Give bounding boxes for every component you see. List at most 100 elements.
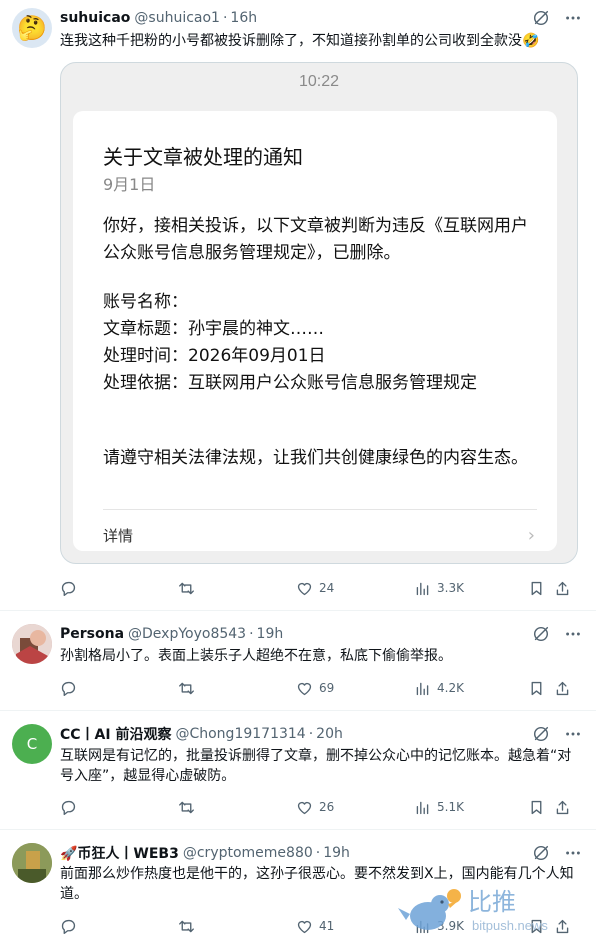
notice-basis: 处理依据：互联网用户公众账号信息服务管理规定 — [103, 373, 477, 393]
display-name[interactable]: Persona — [60, 626, 124, 642]
reply-button[interactable] — [60, 799, 178, 816]
notice-article: 文章标题：孙宇晨的神文…… — [103, 319, 324, 339]
share-button[interactable] — [554, 799, 574, 816]
retweet-icon — [179, 801, 194, 813]
retweet-button[interactable] — [178, 918, 296, 935]
heart-icon — [297, 920, 312, 933]
reply-button[interactable] — [60, 918, 178, 935]
notice-time: 处理时间：2026年09月01日 — [103, 346, 326, 366]
tweet-3[interactable]: C CC丨AI 前沿观察 @Chong19171314 · 20h 互联网是有记… — [0, 712, 596, 830]
separator-dot: · — [315, 845, 321, 861]
tweet-1[interactable]: 🤔 suhuicao @suhuicao1 · 16h 连我这种千把粉的小号都被… — [0, 0, 596, 611]
timestamp[interactable]: 19h — [323, 845, 350, 861]
display-name[interactable]: CC丨AI 前沿观察 — [60, 724, 171, 744]
grok-icon[interactable] — [532, 725, 550, 743]
like-count: 24 — [319, 581, 335, 595]
retweet-button[interactable] — [178, 799, 296, 816]
timestamp[interactable]: 16h — [230, 10, 257, 26]
views-chart-icon — [416, 682, 429, 695]
share-icon — [556, 581, 569, 595]
views-button[interactable]: 4.2K — [414, 680, 528, 697]
reply-icon — [61, 581, 76, 596]
grok-icon[interactable] — [532, 625, 550, 643]
views-chart-icon — [416, 801, 429, 814]
user-handle[interactable]: @cryptomeme880 — [183, 845, 313, 861]
user-handle[interactable]: @Chong19171314 — [175, 726, 305, 742]
user-handle[interactable]: @DexpYoyo8543 — [128, 626, 246, 642]
retweet-icon — [179, 682, 194, 694]
display-name[interactable]: 🚀币狂人丨WEB3 — [60, 843, 179, 863]
chevron-right-icon: › — [527, 525, 535, 546]
bookmark-icon — [531, 800, 542, 814]
detail-link[interactable]: 详情 — [103, 525, 133, 546]
notice-account: 账号名称： — [103, 292, 188, 312]
reply-button[interactable] — [60, 580, 178, 597]
avatar[interactable]: 🤔 — [12, 8, 52, 48]
view-count: 4.2K — [437, 681, 464, 695]
reply-icon — [61, 800, 76, 815]
thinking-emoji-avatar-icon: 🤔 — [17, 14, 47, 42]
notice-title: 关于文章被处理的通知 — [103, 145, 303, 169]
bookmark-button[interactable] — [528, 680, 554, 697]
like-count: 26 — [319, 800, 335, 814]
views-button[interactable]: 3.3K — [414, 580, 528, 597]
more-options-icon[interactable] — [564, 9, 582, 27]
like-button[interactable]: 69 — [296, 680, 414, 697]
retweet-button[interactable] — [178, 680, 296, 697]
views-button[interactable]: 5.1K — [414, 799, 528, 816]
like-count: 69 — [319, 681, 335, 695]
bookmark-button[interactable] — [528, 799, 554, 816]
views-chart-icon — [416, 582, 429, 595]
tweet-text: 互联网是有记忆的，批量投诉删得了文章，删不掉公众心中的记忆账本。越急着“对号入座… — [60, 748, 572, 784]
view-count: 3.3K — [437, 581, 464, 595]
attached-screenshot[interactable]: 10:22 关于文章被处理的通知 9月1日 你好，接相关投诉，以下文章被判断为违… — [60, 62, 578, 564]
notice-closing: 请遵守相关法律法规，让我们共创健康绿色的内容生态。 — [103, 448, 528, 468]
tweet-header: 🚀币狂人丨WEB3 @cryptomeme880 · 19h — [60, 843, 582, 863]
avatar-image-icon — [12, 624, 52, 664]
reply-icon — [61, 919, 76, 934]
notice-card: 关于文章被处理的通知 9月1日 你好，接相关投诉，以下文章被判断为违反《互联网用… — [73, 111, 557, 551]
timestamp[interactable]: 19h — [257, 626, 284, 642]
phone-status-time: 10:22 — [298, 73, 340, 90]
retweet-button[interactable] — [178, 580, 296, 597]
more-options-icon[interactable] — [564, 625, 582, 643]
heart-icon — [297, 801, 312, 814]
display-name[interactable]: suhuicao — [60, 10, 130, 26]
divider — [103, 509, 537, 510]
retweet-icon — [179, 582, 194, 594]
like-count: 41 — [319, 919, 335, 933]
tweet-header: suhuicao @suhuicao1 · 16h — [60, 8, 582, 28]
bird-logo-icon — [398, 889, 461, 930]
share-icon — [556, 681, 569, 695]
grok-icon[interactable] — [532, 844, 550, 862]
more-options-icon[interactable] — [564, 844, 582, 862]
tweet-text: 孙割格局小了。表面上装乐子人超绝不在意，私底下偷偷举报。 — [60, 648, 452, 664]
tweet-text: 连我这种千把粉的小号都被投诉删除了，不知道接孙割单的公司收到全款没🤣 — [60, 33, 540, 49]
timestamp[interactable]: 20h — [316, 726, 343, 742]
tweet-2[interactable]: Persona @DexpYoyo8543 · 19h 孙割格局小了。表面上装乐… — [0, 612, 596, 711]
notice-date: 9月1日 — [103, 175, 156, 194]
avatar[interactable]: C — [12, 724, 52, 764]
more-options-icon[interactable] — [564, 725, 582, 743]
share-button[interactable] — [554, 580, 574, 597]
notice-intro: 你好，接相关投诉，以下文章被判断为违反《互联网用户公众账号信息服务管理规定》，已… — [103, 216, 528, 263]
like-button[interactable]: 24 — [296, 580, 414, 597]
grok-icon[interactable] — [532, 9, 550, 27]
heart-icon — [297, 582, 312, 595]
retweet-icon — [179, 920, 194, 932]
user-handle[interactable]: @suhuicao1 — [134, 10, 220, 26]
avatar[interactable] — [12, 843, 52, 883]
separator-dot: · — [249, 626, 254, 642]
share-button[interactable] — [554, 680, 574, 697]
view-count: 5.1K — [437, 800, 464, 814]
action-bar: 69 4.2K — [60, 678, 584, 698]
avatar[interactable] — [12, 624, 52, 664]
bookmark-icon — [531, 681, 542, 695]
separator-dot: · — [308, 726, 314, 742]
like-button[interactable]: 26 — [296, 799, 414, 816]
bitpush-watermark: 比推 bitpush.news — [396, 882, 596, 942]
bookmark-icon — [531, 581, 542, 595]
bookmark-button[interactable] — [528, 580, 554, 597]
action-bar: 24 3.3K — [60, 578, 584, 598]
reply-button[interactable] — [60, 680, 178, 697]
